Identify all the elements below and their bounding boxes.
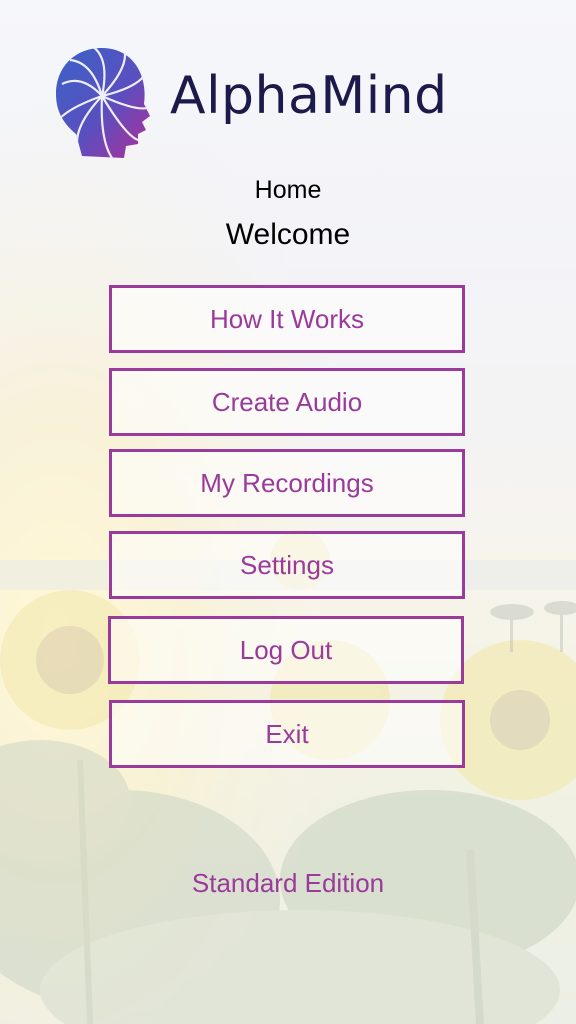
log-out-button[interactable]: Log Out <box>108 616 464 684</box>
breadcrumb: Home <box>254 176 322 204</box>
app-logo: AlphaMind <box>52 44 522 162</box>
app-title: AlphaMind <box>170 66 448 126</box>
my-recordings-button[interactable]: My Recordings <box>109 449 465 517</box>
exit-button[interactable]: Exit <box>109 700 465 768</box>
create-audio-button[interactable]: Create Audio <box>109 368 465 436</box>
how-it-works-button[interactable]: How It Works <box>109 285 465 353</box>
page-title: Welcome <box>225 218 351 251</box>
settings-button[interactable]: Settings <box>109 531 465 599</box>
head-spiral-logo-icon <box>52 44 154 162</box>
edition-label: Standard Edition <box>191 868 385 898</box>
